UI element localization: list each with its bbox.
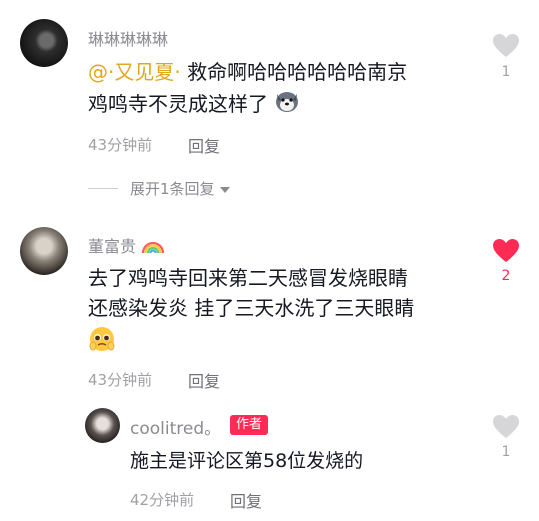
like-heart-icon[interactable] xyxy=(492,238,520,264)
comment-text-line: 救命啊哈哈哈哈哈哈南京 xyxy=(180,60,408,84)
avatar[interactable] xyxy=(85,408,120,443)
author-badge: 作者 xyxy=(230,415,269,435)
reply-button[interactable]: 回复 xyxy=(230,488,262,512)
like-count: 1 xyxy=(501,444,511,460)
comment-username[interactable]: 琳琳琳琳琳 xyxy=(88,26,168,50)
mention-link[interactable]: @·又见夏· xyxy=(88,60,181,84)
pleading-face-emoji-icon xyxy=(88,325,116,357)
like-heart-icon[interactable] xyxy=(492,33,520,59)
dog-emoji-icon xyxy=(274,89,300,122)
reply-time: 42分钟前 xyxy=(130,491,195,509)
comment-text-line: 鸡鸣寺不灵成这样了 xyxy=(88,92,268,116)
comment-text: @·又见夏· 救命啊哈哈哈哈哈哈南京 xyxy=(88,56,407,88)
comment-username[interactable]: 董富贵 xyxy=(88,237,136,256)
expand-replies-button[interactable]: 展开1条回复 xyxy=(130,178,231,199)
like-count: 1 xyxy=(501,64,511,80)
comment-time: 43分钟前 xyxy=(88,136,153,154)
chevron-down-icon xyxy=(219,181,231,199)
avatar[interactable] xyxy=(20,19,68,67)
divider xyxy=(88,188,118,189)
rainbow-emoji-icon xyxy=(141,237,165,259)
reply-button[interactable]: 回复 xyxy=(188,133,220,157)
comment-time: 43分钟前 xyxy=(88,371,153,389)
like-count: 2 xyxy=(501,268,511,284)
expand-replies-label: 展开1条回复 xyxy=(130,180,215,198)
comment-username-row[interactable]: 董富贵 xyxy=(88,233,165,259)
reply-text: 施主是评论区第58位发烧的 xyxy=(130,450,364,472)
reply-username[interactable]: coolitred。 xyxy=(130,414,221,439)
comment-text: 还感染发炎 挂了三天水洗了三天眼睛 xyxy=(88,296,415,320)
like-heart-icon[interactable] xyxy=(492,414,520,440)
comment-text: 去了鸡鸣寺回来第二天感冒发烧眼睛 xyxy=(88,266,408,290)
avatar[interactable] xyxy=(20,227,68,275)
reply-button[interactable]: 回复 xyxy=(188,368,220,392)
comment-text: 鸡鸣寺不灵成这样了 xyxy=(88,88,300,122)
